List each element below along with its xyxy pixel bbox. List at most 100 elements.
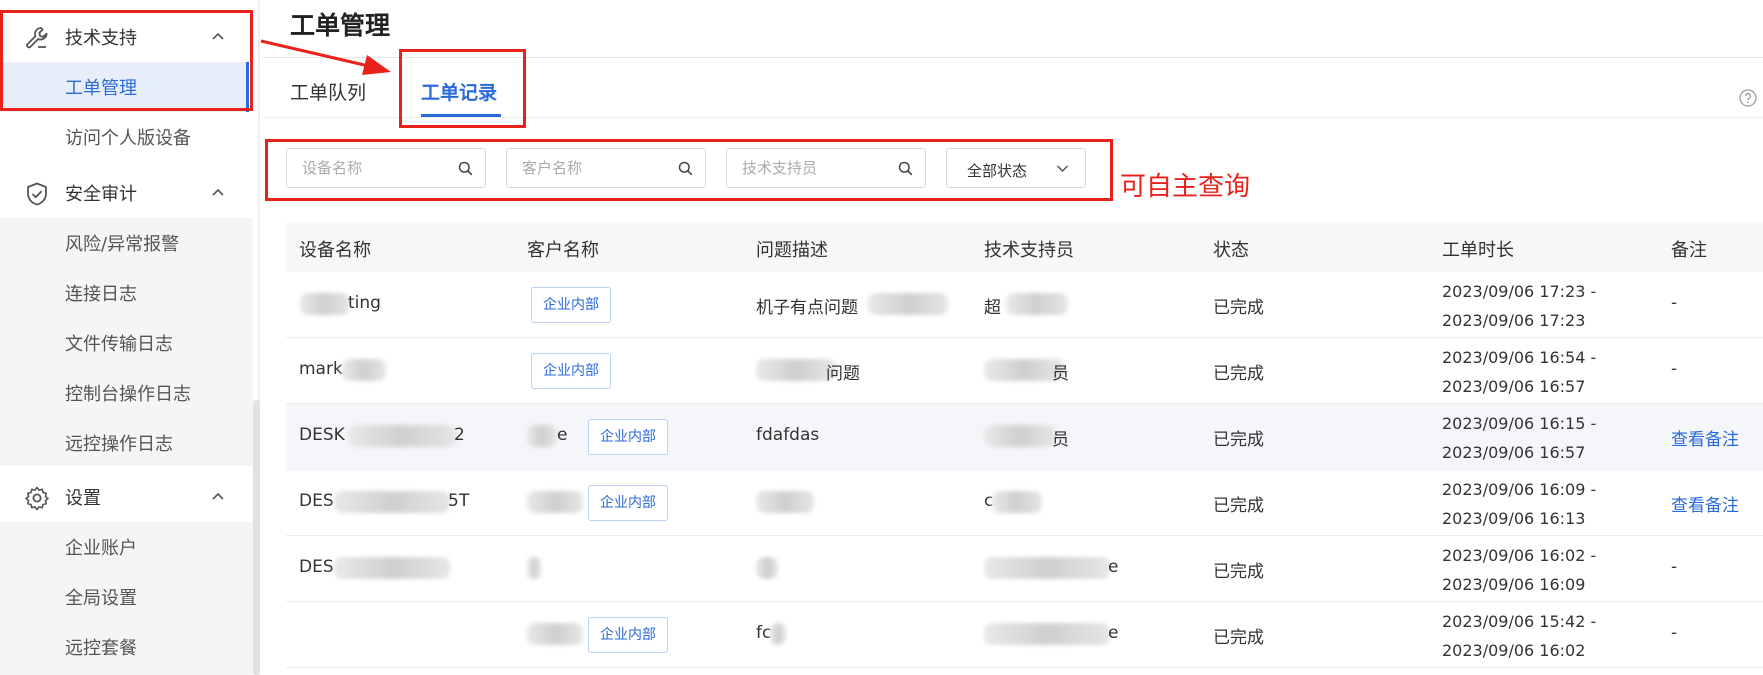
redacted-text xyxy=(992,491,1042,513)
cell-issue: 机子有点问题 xyxy=(756,298,858,318)
view-note-link[interactable]: 查看备注 xyxy=(1671,491,1739,516)
cell-tech-support: 员 xyxy=(1052,430,1069,450)
sidebar-section-security-audit[interactable]: 安全审计 xyxy=(0,168,253,218)
redacted-text xyxy=(527,623,583,645)
table-header: 设备名称 客户名称 问题描述 技术支持员 状态 工单时长 备注 xyxy=(286,222,1763,272)
sidebar-item-label: 控制台操作日志 xyxy=(65,384,191,405)
table-row[interactable]: ting 企业内部 机子有点问题 超 已完成 2023/09/06 17:23 … xyxy=(286,272,1763,338)
cell-duration: 2023/09/06 16:54 - 2023/09/06 16:57 xyxy=(1442,348,1597,396)
redacted-text xyxy=(756,491,814,513)
sidebar-scrollbar[interactable] xyxy=(253,400,260,675)
cell-device-name: DESK xyxy=(299,425,345,445)
sidebar-item-label: 风险/异常报警 xyxy=(65,234,180,255)
cell-device-name: DES xyxy=(299,491,334,511)
customer-tag: 企业内部 xyxy=(588,485,668,521)
shield-icon xyxy=(27,182,47,206)
cell-issue: 问题 xyxy=(826,364,860,384)
sidebar-section-settings[interactable]: 设置 xyxy=(0,472,253,522)
column-header: 工单时长 xyxy=(1442,240,1514,261)
sidebar-item-label: 访问个人版设备 xyxy=(65,128,191,149)
redacted-text xyxy=(756,359,836,381)
cell-device-name-tail: 2 xyxy=(454,425,465,445)
cell-note: - xyxy=(1671,623,1678,643)
sidebar-item-file-transfer-log[interactable]: 文件传输日志 xyxy=(0,318,249,368)
sidebar-item-connection-log[interactable]: 连接日志 xyxy=(0,268,249,318)
sidebar-item-enterprise-account[interactable]: 企业账户 xyxy=(0,522,249,572)
cell-note: - xyxy=(1671,293,1678,313)
cell-customer-name: e xyxy=(557,425,568,445)
redacted-text xyxy=(756,557,778,579)
redacted-text xyxy=(527,425,557,447)
sidebar-item-label: 远控操作日志 xyxy=(65,434,173,455)
cell-duration: 2023/09/06 17:23 - 2023/09/06 17:23 xyxy=(1442,282,1597,330)
redacted-text xyxy=(300,293,350,315)
cell-duration: 2023/09/06 16:09 - 2023/09/06 16:13 xyxy=(1442,480,1597,528)
cell-status: 已完成 xyxy=(1213,298,1264,318)
sidebar-item-label: 企业账户 xyxy=(65,538,137,559)
cell-device-name: DES xyxy=(299,557,334,577)
cell-status: 已完成 xyxy=(1213,364,1264,384)
table-row[interactable]: 企业内部 fc e 已完成 2023/09/06 15:42 - 2023/09… xyxy=(286,602,1763,668)
redacted-text xyxy=(868,293,948,315)
help-icon[interactable] xyxy=(1739,89,1757,107)
annotation-text: 可自主查询 xyxy=(1120,172,1251,202)
cell-tech-support: 超 xyxy=(984,298,1001,318)
sidebar-item-personal-device[interactable]: 访问个人版设备 xyxy=(0,112,249,162)
cell-status: 已完成 xyxy=(1213,628,1264,648)
sidebar-item-label: 文件传输日志 xyxy=(65,334,173,355)
sidebar-item-label: 全局设置 xyxy=(65,588,137,609)
redacted-text xyxy=(334,557,450,579)
table-row[interactable]: DES e 已完成 2023/09/06 16:02 - 2023/09/06 … xyxy=(286,536,1763,602)
annotation-arrow xyxy=(260,39,391,75)
sidebar-item-console-log[interactable]: 控制台操作日志 xyxy=(0,368,249,418)
customer-tag: 企业内部 xyxy=(531,287,611,323)
table-row[interactable]: mark 企业内部 问题 员 已完成 2023/09/06 16:54 - 20… xyxy=(286,338,1763,404)
chevron-up-icon[interactable] xyxy=(211,491,225,501)
table-row[interactable]: DESK 2 e 企业内部 fdafdas 员 已完成 2023/09/06 1… xyxy=(286,404,1763,470)
cell-device-name: ting xyxy=(348,293,381,313)
chevron-up-icon[interactable] xyxy=(211,187,225,197)
column-header: 问题描述 xyxy=(756,240,828,261)
cell-duration: 2023/09/06 16:02 - 2023/09/06 16:09 xyxy=(1442,546,1597,594)
redacted-text xyxy=(770,623,786,645)
customer-tag: 企业内部 xyxy=(588,617,668,653)
sidebar-submenu: 企业账户 全局设置 远控套餐 xyxy=(0,522,253,675)
customer-tag: 企业内部 xyxy=(588,419,668,455)
sidebar-section-label: 设置 xyxy=(65,488,101,509)
cell-status: 已完成 xyxy=(1213,562,1264,582)
redacted-text xyxy=(984,425,1056,447)
cell-note: - xyxy=(1671,557,1678,577)
redacted-text xyxy=(527,491,583,513)
cell-issue: fdafdas xyxy=(756,425,820,445)
tab-ticket-queue[interactable]: 工单队列 xyxy=(290,78,366,105)
redacted-text xyxy=(984,623,1110,645)
cell-device-name: mark xyxy=(299,359,343,379)
redacted-text xyxy=(342,359,386,381)
redacted-text xyxy=(527,557,541,579)
column-header: 设备名称 xyxy=(299,240,371,261)
column-header: 备注 xyxy=(1671,240,1707,261)
redacted-text xyxy=(334,491,450,513)
annotation-box-sidebar xyxy=(0,10,253,111)
gear-icon xyxy=(25,486,49,511)
sidebar-item-risk-alert[interactable]: 风险/异常报警 xyxy=(0,218,249,268)
column-header: 状态 xyxy=(1213,240,1249,261)
redacted-text xyxy=(984,557,1110,579)
cell-device-name-tail: 5T xyxy=(448,491,470,511)
cell-status: 已完成 xyxy=(1213,496,1264,516)
cell-duration: 2023/09/06 16:15 - 2023/09/06 16:57 xyxy=(1442,414,1597,462)
sidebar-item-remote-plan[interactable]: 远控套餐 xyxy=(0,622,249,672)
annotation-box-search xyxy=(265,139,1113,201)
sidebar-item-label: 连接日志 xyxy=(65,284,137,305)
table-row[interactable]: DES 5T 企业内部 c 已完成 2023/09/06 16:09 - 202… xyxy=(286,470,1763,536)
view-note-link[interactable]: 查看备注 xyxy=(1671,425,1739,450)
sidebar-item-remote-control-log[interactable]: 远控操作日志 xyxy=(0,418,249,468)
cell-tech-support: e xyxy=(1108,623,1119,643)
cell-status: 已完成 xyxy=(1213,430,1264,450)
column-header: 客户名称 xyxy=(527,240,599,261)
sidebar-submenu: 风险/异常报警 连接日志 文件传输日志 控制台操作日志 远控操作日志 xyxy=(0,218,253,466)
annotation-box-tab xyxy=(399,49,526,128)
sidebar-item-global-settings[interactable]: 全局设置 xyxy=(0,572,249,622)
redacted-text xyxy=(1006,293,1068,315)
sidebar-section-label: 安全审计 xyxy=(65,184,137,205)
